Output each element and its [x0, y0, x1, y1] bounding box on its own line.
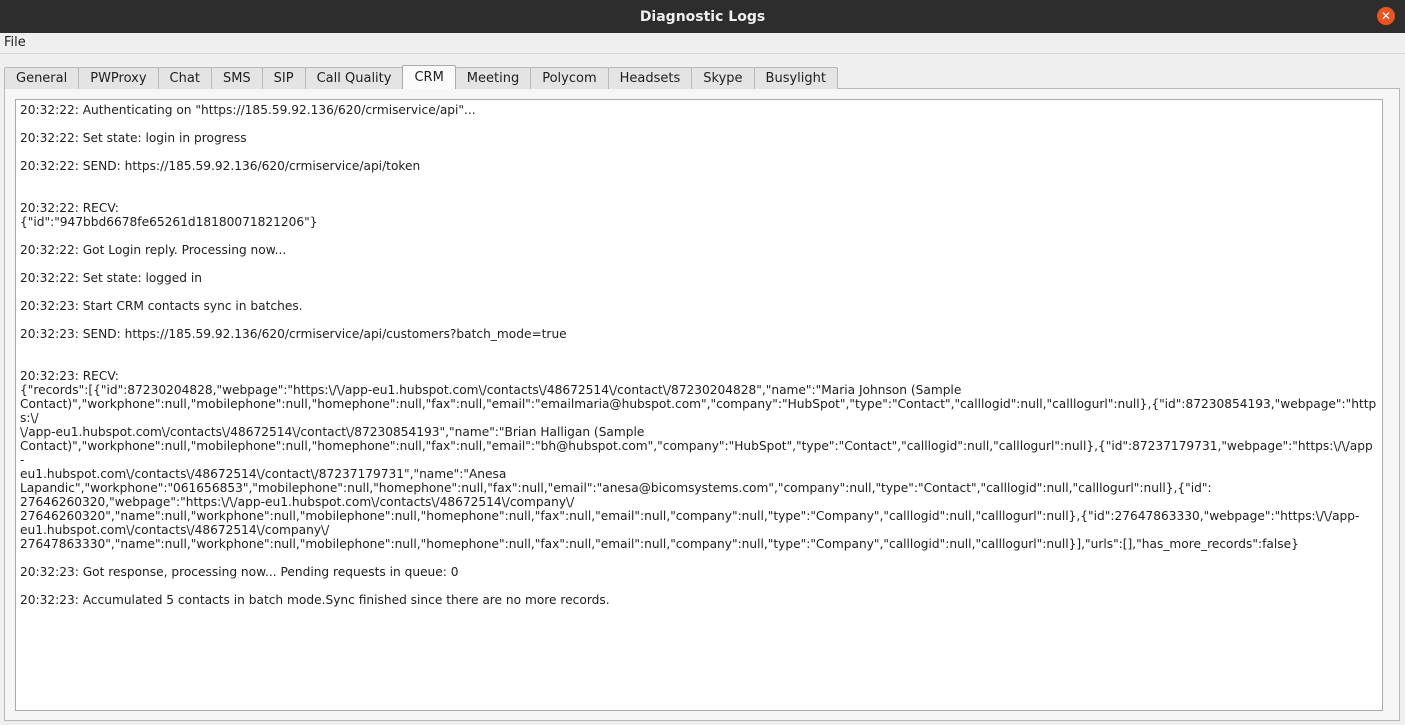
- log-entry: 20:32:22: Got Login reply. Processing no…: [20, 243, 287, 257]
- menu-bar: File: [0, 33, 1405, 54]
- log-entry: 20:32:23: RECV: {"records":[{"id":872302…: [20, 369, 1377, 551]
- tab-headsets[interactable]: Headsets: [607, 67, 693, 89]
- tab-call-quality[interactable]: Call Quality: [304, 67, 404, 89]
- log-entry: 20:32:23: Got response, processing now..…: [20, 565, 459, 579]
- log-text-area[interactable]: 20:32:22: Authenticating on "https://185…: [15, 99, 1383, 711]
- log-entry: 20:32:23: Accumulated 5 contacts in batc…: [20, 593, 610, 607]
- log-entry: 20:32:22: Set state: login in progress: [20, 131, 247, 145]
- menu-file[interactable]: File: [4, 35, 26, 50]
- tab-chat[interactable]: Chat: [157, 67, 212, 89]
- tab-sms[interactable]: SMS: [210, 67, 263, 89]
- tab-polycom[interactable]: Polycom: [530, 67, 609, 89]
- log-entry: 20:32:22: RECV: {"id":"947bbd6678fe65261…: [20, 201, 318, 229]
- close-icon[interactable]: ✕: [1377, 7, 1395, 25]
- log-entry: 20:32:22: Set state: logged in: [20, 271, 202, 285]
- tab-meeting[interactable]: Meeting: [454, 67, 532, 89]
- tab-crm[interactable]: CRM: [402, 65, 456, 89]
- tab-general[interactable]: General: [4, 67, 80, 89]
- log-entry: 20:32:23: SEND: https://185.59.92.136/62…: [20, 327, 567, 341]
- log-entry: 20:32:22: Authenticating on "https://185…: [20, 103, 476, 117]
- log-entry: 20:32:22: SEND: https://185.59.92.136/62…: [20, 159, 421, 173]
- window-title: Diagnostic Logs: [639, 8, 766, 25]
- tab-skype[interactable]: Skype: [691, 67, 755, 89]
- log-entry: 20:32:23: Start CRM contacts sync in bat…: [20, 299, 303, 313]
- tab-bar: General PWProxy Chat SMS SIP Call Qualit…: [4, 65, 838, 89]
- tab-pwproxy[interactable]: PWProxy: [78, 67, 159, 89]
- title-bar: Diagnostic Logs ✕: [0, 0, 1405, 33]
- tab-busylight[interactable]: Busylight: [753, 67, 838, 89]
- tab-sip[interactable]: SIP: [261, 67, 306, 89]
